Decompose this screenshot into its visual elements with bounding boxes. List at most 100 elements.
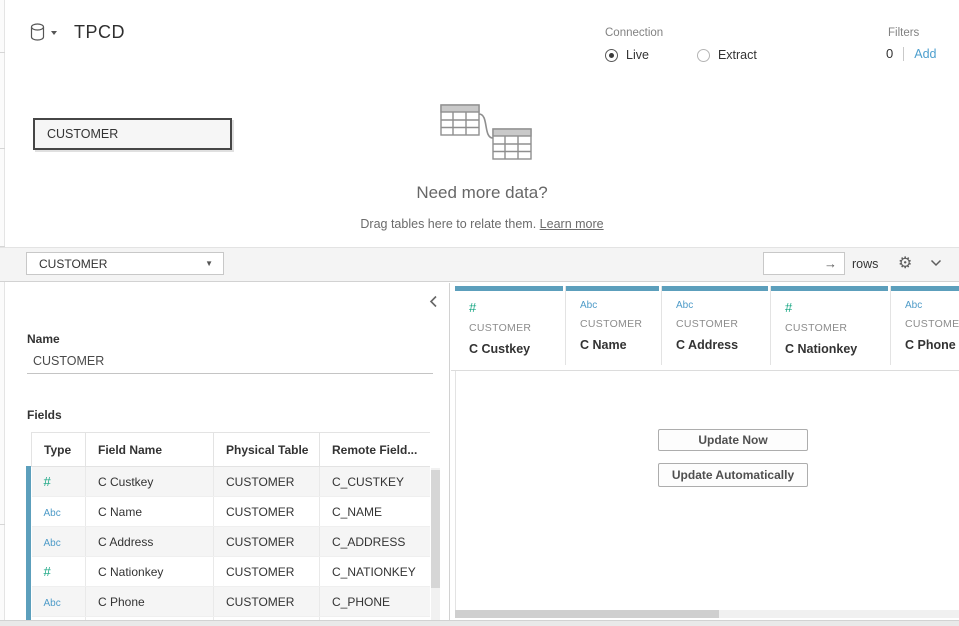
database-icon[interactable]	[30, 23, 58, 42]
filters-count: 0	[886, 46, 893, 61]
physical-table-cell: CUSTOMER	[214, 527, 320, 557]
column-field-label: C Custkey	[469, 342, 565, 356]
fields-table-header-row: Type Field Name Physical Table Remote Fi…	[32, 433, 431, 467]
fields-vertical-scrollbar[interactable]	[431, 468, 440, 620]
data-grid-header: # CUSTOMER C Custkey Abc CUSTOMER C Name Abc CU…	[455, 286, 959, 365]
tableau-datasource-page: TPCD Connection Live Extract Filters 0 A…	[0, 0, 959, 626]
field-type-cell: #	[32, 467, 86, 497]
field-type-cell: Abc	[32, 497, 86, 527]
string-type-icon: Abc	[676, 300, 770, 311]
name-input[interactable]: CUSTOMER	[33, 354, 104, 368]
field-name-cell: C Address	[86, 527, 214, 557]
name-label: Name	[27, 332, 60, 346]
grid-column-c-nationkey[interactable]: # CUSTOMER C Nationkey	[771, 286, 891, 365]
field-name-cell: C Phone	[86, 587, 214, 617]
grid-column-c-custkey[interactable]: #CUSTOMERC Custkey	[455, 286, 566, 365]
grid-body-left-border	[455, 371, 456, 611]
column-table-label: CUSTOMER	[580, 318, 661, 330]
string-type-icon: Abc	[905, 300, 959, 311]
column-table-label: CUSTOMER	[905, 318, 959, 330]
radio-live-icon[interactable]	[605, 49, 618, 62]
col-header-physical-table[interactable]: Physical Table	[214, 433, 320, 467]
column-table-label: CUSTOMER	[676, 318, 770, 330]
grid-column-c-address[interactable]: Abc CUSTOMER C Address	[662, 286, 771, 365]
column-table-label: CUSTOMER	[785, 322, 890, 334]
connection-group: Connection Live Extract	[605, 27, 757, 62]
logical-table-select-value: CUSTOMER	[39, 257, 107, 271]
col-header-type[interactable]: Type	[32, 433, 86, 467]
table-node-customer[interactable]: CUSTOMER	[33, 118, 232, 150]
caret-down-icon	[50, 30, 58, 36]
filters-label: Filters	[888, 27, 936, 39]
number-type-icon: #	[785, 300, 890, 315]
name-underline	[27, 373, 433, 374]
column-accent-bar	[662, 286, 768, 291]
datasource-title[interactable]: TPCD	[74, 22, 125, 43]
fields-scrollbar-thumb[interactable]	[431, 470, 440, 588]
fields-table: Type Field Name Physical Table Remote Fi…	[31, 432, 430, 620]
string-type-icon: Abc	[44, 508, 61, 519]
connection-label: Connection	[605, 27, 757, 39]
string-type-icon: Abc	[44, 598, 61, 609]
radio-extract-icon[interactable]	[697, 49, 710, 62]
field-type-cell: #	[32, 557, 86, 587]
empty-state-hint: Drag tables here to relate them. Learn m…	[0, 217, 959, 231]
field-row-c-nationkey[interactable]: #C NationkeyCUSTOMERC_NATIONKEY	[32, 557, 431, 587]
rows-label: rows	[852, 257, 878, 271]
grid-header-bottom-border	[451, 370, 959, 371]
field-row-c-name[interactable]: Abc C NameCUSTOMERC_NAME	[32, 497, 431, 527]
field-row-c-custkey[interactable]: #C CustkeyCUSTOMERC_CUSTKEY	[32, 467, 431, 497]
learn-more-link[interactable]: Learn more	[540, 217, 604, 231]
column-field-label: C Phone	[905, 338, 959, 352]
field-name-cell: C Name	[86, 497, 214, 527]
number-type-icon: #	[44, 564, 51, 579]
column-accent-bar	[566, 286, 659, 291]
gear-icon[interactable]: ⚙	[898, 253, 912, 273]
empty-hint-text: Drag tables here to relate them.	[360, 217, 536, 231]
arrow-right-icon: →	[824, 256, 837, 271]
column-field-label: C Name	[580, 338, 661, 352]
field-type-cell: Abc	[32, 527, 86, 557]
radio-live[interactable]: Live	[605, 48, 649, 62]
filters-divider	[903, 47, 904, 61]
string-type-icon: Abc	[580, 300, 661, 311]
field-row-c-address[interactable]: Abc C AddressCUSTOMERC_ADDRESS	[32, 527, 431, 557]
string-type-icon: Abc	[44, 538, 61, 549]
remote-field-cell: C_NAME	[320, 497, 431, 527]
column-table-label: CUSTOMER	[469, 322, 565, 334]
logical-table-select[interactable]: CUSTOMER ▼	[26, 252, 224, 275]
column-field-label: C Nationkey	[785, 342, 890, 356]
col-header-remote-field[interactable]: Remote Field...	[320, 433, 431, 467]
filters-group: Filters 0 Add	[886, 27, 936, 61]
col-header-field-name[interactable]: Field Name	[86, 433, 214, 467]
column-accent-bar	[771, 286, 888, 291]
database-cylinder-icon	[30, 23, 47, 42]
fields-selection-bar	[26, 466, 31, 620]
physical-table-cell: CUSTOMER	[214, 497, 320, 527]
field-row-c-phone[interactable]: AbcC PhoneCUSTOMERC_PHONE	[32, 587, 431, 617]
empty-state-title: Need more data?	[0, 183, 959, 203]
filters-add-link[interactable]: Add	[914, 47, 936, 61]
radio-extract[interactable]: Extract	[697, 48, 757, 62]
grid-scrollbar-thumb[interactable]	[455, 610, 719, 618]
field-type-cell: Abc	[32, 587, 86, 617]
data-grid-panel: # CUSTOMER C Custkey Abc CUSTOMER C Name Abc CU…	[451, 283, 959, 620]
column-accent-bar	[891, 286, 959, 291]
chevron-down-icon[interactable]	[930, 259, 942, 267]
tables-illustration	[437, 98, 533, 166]
remote-field-cell: C_CUSTKEY	[320, 467, 431, 497]
grid-horizontal-scrollbar[interactable]	[455, 610, 959, 618]
rail-tick	[0, 148, 5, 149]
column-field-label: C Address	[676, 338, 770, 352]
physical-table-cell: CUSTOMER	[214, 587, 320, 617]
remote-field-cell: C_ADDRESS	[320, 527, 431, 557]
collapse-panel-icon[interactable]	[429, 295, 438, 308]
rows-count-input[interactable]: →	[763, 252, 845, 275]
field-name-cell: C Custkey	[86, 467, 214, 497]
grid-toolbar: CUSTOMER ▼ → rows ⚙	[0, 247, 959, 282]
grid-column-c-phone[interactable]: Abc CUSTOMER C Phone	[891, 286, 959, 365]
grid-column-c-name[interactable]: Abc CUSTOMER C Name	[566, 286, 662, 365]
update-automatically-button[interactable]: Update Automatically	[658, 463, 808, 487]
number-type-icon: #	[44, 474, 51, 489]
update-now-button[interactable]: Update Now	[658, 429, 808, 451]
